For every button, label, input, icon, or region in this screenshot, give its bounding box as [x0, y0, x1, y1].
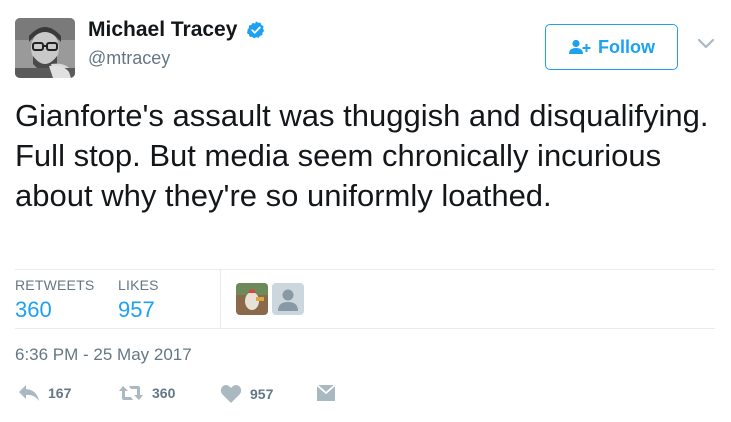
liker-avatar[interactable] [272, 283, 304, 315]
follow-button-label: Follow [598, 36, 655, 57]
reply-count: 167 [48, 385, 72, 401]
like-count: 957 [250, 386, 274, 402]
liker-avatar[interactable] [236, 283, 268, 315]
likes-label: LIKES [118, 277, 159, 293]
likes-stat[interactable]: LIKES 957 [118, 277, 159, 323]
avatar[interactable] [15, 18, 75, 78]
user-info: Michael Tracey @mtracey [88, 18, 266, 69]
like-button[interactable]: 957 [220, 384, 273, 404]
divider [15, 269, 715, 270]
liker-avatar-image [236, 283, 268, 315]
divider [15, 328, 715, 329]
user-handle[interactable]: @mtracey [88, 48, 266, 69]
heart-icon [220, 385, 242, 403]
stats-divider [220, 270, 221, 328]
direct-message-button[interactable] [316, 384, 344, 402]
retweets-stat[interactable]: RETWEETS 360 [15, 277, 94, 323]
verified-badge-icon [246, 21, 265, 39]
chevron-down-icon[interactable] [697, 38, 715, 50]
follow-button[interactable]: Follow [545, 24, 678, 70]
tweet-timestamp[interactable]: 6:36 PM - 25 May 2017 [15, 345, 192, 365]
reply-icon [19, 385, 39, 401]
avatar-image [15, 18, 75, 78]
retweets-label: RETWEETS [15, 277, 95, 293]
direct-message-icon [316, 384, 336, 401]
tweet-text: Gianforte's assault was thuggish and dis… [15, 98, 709, 213]
default-profile-icon [272, 283, 304, 315]
display-name[interactable]: Michael Tracey [88, 18, 237, 42]
person-add-icon [569, 39, 591, 54]
reply-button[interactable]: 167 [18, 384, 71, 402]
retweet-button[interactable]: 360 [118, 384, 175, 402]
retweet-count: 360 [152, 385, 176, 401]
likes-count: 957 [118, 297, 155, 322]
retweet-icon [119, 386, 143, 400]
retweets-count: 360 [15, 297, 52, 322]
